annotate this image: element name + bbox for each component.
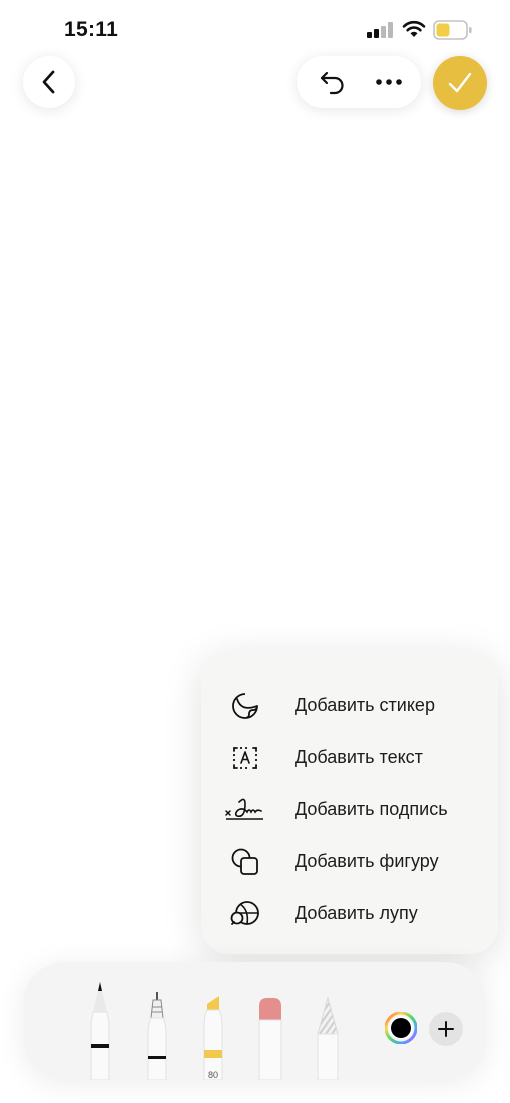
fineliner-tool[interactable] (139, 990, 175, 1080)
status-bar: 15:11 (0, 0, 510, 60)
ellipsis-icon (376, 79, 402, 85)
plus-icon (438, 1021, 454, 1037)
menu-item-add-sticker[interactable]: Добавить стикер (201, 680, 498, 732)
undo-button[interactable] (307, 56, 359, 108)
eraser-tool[interactable] (252, 994, 288, 1080)
menu-item-add-magnifier[interactable]: Добавить лупу (201, 888, 498, 940)
more-button[interactable] (363, 56, 415, 108)
wifi-icon (402, 20, 426, 37)
selected-color-swatch (391, 1018, 411, 1038)
tool-palette: 80 (24, 962, 486, 1080)
menu-item-add-shape[interactable]: Добавить фигуру (201, 836, 498, 888)
menu-item-label: Добавить стикер (295, 695, 435, 715)
menu-item-label: Добавить подпись (295, 799, 448, 819)
undo-icon (320, 71, 344, 95)
signature-icon (225, 798, 263, 820)
add-tool-button[interactable] (429, 1012, 463, 1046)
status-time: 15:11 (64, 18, 119, 41)
text-box-icon (233, 747, 257, 769)
add-menu: Добавить стикер Добавить текст Добавить … (201, 650, 498, 954)
menu-item-label: Добавить лупу (295, 903, 418, 923)
chevron-left-icon (42, 70, 55, 94)
marker-opacity-label: 80 (208, 1070, 219, 1080)
checkmark-icon (448, 72, 472, 93)
menu-item-add-text[interactable]: Добавить текст (201, 732, 498, 784)
marker-tool[interactable] (195, 992, 231, 1080)
menu-item-label: Добавить текст (295, 747, 423, 767)
sticker-icon (232, 693, 258, 719)
battery-icon (433, 20, 472, 40)
done-button[interactable] (433, 56, 487, 110)
pencil-tool[interactable] (310, 994, 346, 1080)
magnifier-icon (230, 901, 259, 925)
menu-item-add-signature[interactable]: Добавить подпись (201, 784, 498, 836)
back-button[interactable] (23, 56, 75, 108)
pen-tool[interactable] (82, 974, 118, 1080)
cellular-signal-icon (367, 22, 393, 38)
menu-item-label: Добавить фигуру (295, 851, 439, 871)
top-actions-pill (297, 56, 421, 108)
shapes-icon (231, 848, 258, 875)
color-picker-button[interactable] (385, 1012, 417, 1044)
